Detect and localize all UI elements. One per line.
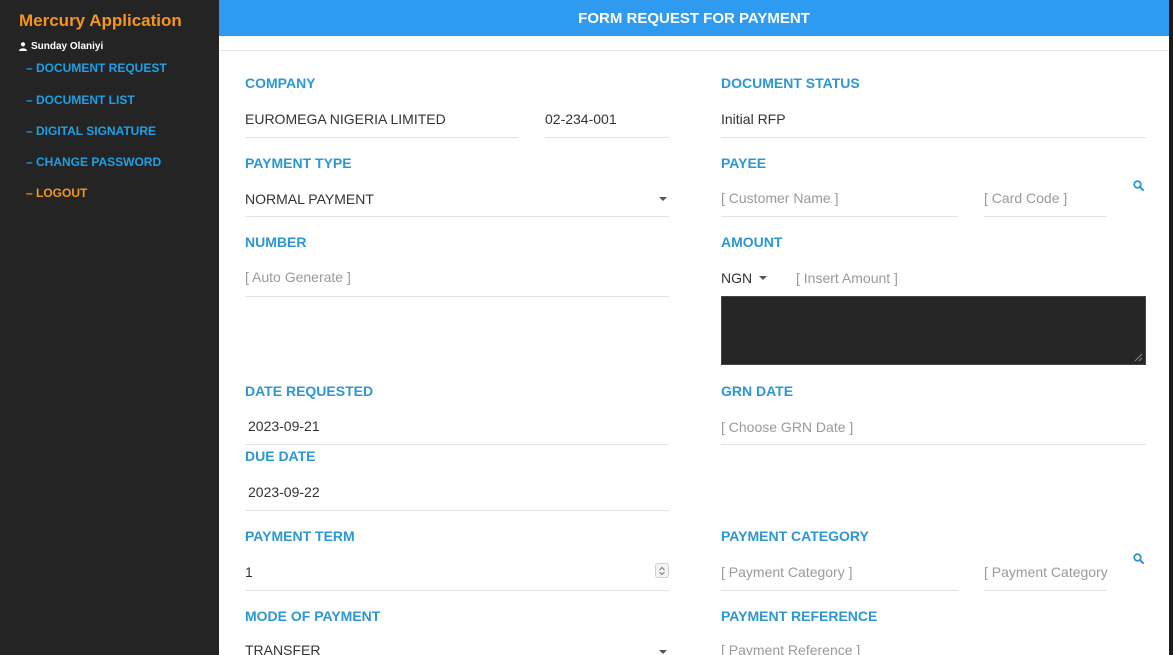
document-status-label: DOCUMENT STATUS: [721, 75, 860, 91]
chevron-down-icon[interactable]: [659, 197, 667, 201]
date-requested-underline: [245, 444, 669, 445]
payment-type-label: PAYMENT TYPE: [245, 155, 352, 171]
sidebar-item-document-request[interactable]: – DOCUMENT REQUEST: [26, 61, 167, 75]
payment-category-code-input[interactable]: [ Payment Category: [984, 564, 1108, 580]
amount-label: AMOUNT: [721, 234, 783, 250]
mode-of-payment-label: MODE OF PAYMENT: [245, 608, 381, 624]
number-input[interactable]: [ Auto Generate ]: [245, 269, 351, 285]
app-title: Mercury Application: [19, 11, 182, 30]
chevron-down-icon[interactable]: [759, 276, 767, 280]
payment-type-select[interactable]: NORMAL PAYMENT: [245, 191, 374, 207]
number-label: NUMBER: [245, 234, 307, 250]
due-date-input[interactable]: 2023-09-22: [248, 484, 320, 500]
grn-date-input[interactable]: [ Choose GRN Date ]: [721, 419, 853, 435]
mode-of-payment-select[interactable]: TRANSFER: [245, 642, 320, 655]
company-code-underline: [545, 137, 669, 138]
payment-category-label: PAYMENT CATEGORY: [721, 528, 869, 544]
customer-name-input[interactable]: [ Customer Name ]: [721, 190, 838, 206]
document-status-underline: [721, 137, 1146, 138]
user-name: Sunday Olaniyi: [31, 41, 104, 52]
amount-input[interactable]: [ Insert Amount ]: [796, 270, 898, 286]
payee-search-icon[interactable]: [1133, 180, 1144, 191]
header-divider: [219, 50, 1169, 51]
number-underline: [245, 296, 669, 297]
payment-term-input[interactable]: 1: [245, 564, 253, 580]
company-code-field[interactable]: 02-234-001: [545, 111, 617, 127]
payment-reference-input[interactable]: [ Payment Reference ]: [721, 642, 860, 655]
page-title: FORM REQUEST FOR PAYMENT: [219, 0, 1169, 36]
company-label: COMPANY: [245, 75, 316, 91]
company-name-field[interactable]: EUROMEGA NIGERIA LIMITED: [245, 111, 446, 127]
sidebar-item-document-list[interactable]: – DOCUMENT LIST: [26, 93, 135, 107]
sidebar: Mercury Application Sunday Olaniyi – DOC…: [0, 0, 219, 655]
card-code-input[interactable]: [ Card Code ]: [984, 190, 1067, 206]
payment-category-search-icon[interactable]: [1133, 553, 1144, 564]
currency-select[interactable]: NGN: [721, 270, 752, 286]
customer-name-underline: [721, 216, 958, 217]
window-edge: [1169, 0, 1173, 655]
payment-category-input[interactable]: [ Payment Category ]: [721, 564, 853, 580]
payment-term-underline: [245, 590, 669, 591]
sidebar-item-digital-signature[interactable]: – DIGITAL SIGNATURE: [26, 124, 156, 138]
date-requested-input[interactable]: 2023-09-21: [248, 418, 320, 434]
resize-handle-icon[interactable]: [1134, 353, 1143, 362]
user-icon: [19, 42, 27, 51]
due-date-underline: [245, 510, 669, 511]
amount-notes-textarea[interactable]: [721, 296, 1146, 365]
user-info: Sunday Olaniyi: [19, 41, 103, 52]
payment-type-underline: [245, 216, 669, 217]
date-requested-label: DATE REQUESTED: [245, 383, 374, 399]
card-code-underline: [984, 216, 1107, 217]
payment-reference-label: PAYMENT REFERENCE: [721, 608, 878, 624]
chevron-down-icon[interactable]: [659, 650, 667, 654]
grn-date-label: GRN DATE: [721, 383, 794, 399]
payment-category-underline: [721, 590, 958, 591]
payment-category-code-underline: [984, 590, 1107, 591]
sidebar-item-change-password[interactable]: – CHANGE PASSWORD: [26, 155, 161, 169]
company-name-underline: [245, 137, 518, 138]
payment-term-label: PAYMENT TERM: [245, 528, 355, 544]
main-panel: FORM REQUEST FOR PAYMENT COMPANY EUROMEG…: [219, 0, 1173, 655]
document-status-value: Initial RFP: [721, 111, 786, 127]
grn-date-underline: [721, 444, 1146, 445]
sidebar-item-logout[interactable]: – LOGOUT: [26, 186, 87, 200]
due-date-label: DUE DATE: [245, 448, 316, 464]
stepper-icon[interactable]: [655, 563, 669, 578]
payee-label: PAYEE: [721, 155, 767, 171]
